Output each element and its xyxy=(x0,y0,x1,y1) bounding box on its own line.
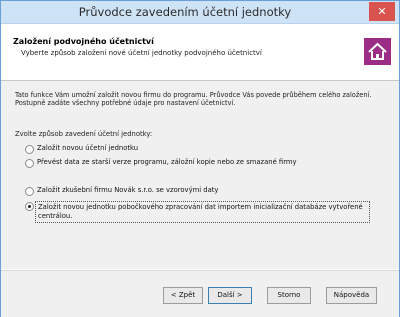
option-label: Převést data ze starší verze programu, z… xyxy=(37,158,297,166)
back-button[interactable]: < Zpět xyxy=(163,287,203,304)
header-subtitle: Vyberte způsob založení nové účetní jedn… xyxy=(21,49,262,57)
help-button[interactable]: Nápověda xyxy=(326,287,377,304)
option-demo-firm[interactable]: Založit zkušební firmu Novák s.r.o. se v… xyxy=(25,186,219,196)
option-label-focused: Založit novou jednotku pobočkového zprac… xyxy=(35,201,370,223)
title-bar[interactable]: Průvodce zavedením účetní jednotky ✕ xyxy=(1,1,399,24)
cancel-button[interactable]: Storno xyxy=(267,287,311,304)
option-convert-data[interactable]: Převést data ze starší verze programu, z… xyxy=(25,158,297,168)
radio-button[interactable] xyxy=(25,145,34,154)
prompt-label: Zvolte způsob zavedení účetní jednotky: xyxy=(15,130,153,138)
house-icon xyxy=(364,38,391,65)
option-new-unit[interactable]: Založit novou účetní jednotku xyxy=(25,144,139,154)
option-label: Založit novou účetní jednotku xyxy=(37,144,139,152)
next-button[interactable]: Další > xyxy=(208,287,252,304)
option-branch-import[interactable]: Založit novou jednotku pobočkového zprac… xyxy=(25,201,370,223)
radio-button[interactable] xyxy=(25,187,34,196)
wizard-content: Tato funkce Vám umožní založit novou fir… xyxy=(1,81,399,269)
wizard-header: Založení podvojného účetnictví Vyberte z… xyxy=(1,24,399,81)
radio-button-selected[interactable] xyxy=(25,202,34,211)
close-icon: ✕ xyxy=(377,5,387,18)
header-title: Založení podvojného účetnictví xyxy=(13,37,154,46)
window-title: Průvodce zavedením účetní jednotky xyxy=(78,5,292,19)
radio-button[interactable] xyxy=(25,159,34,168)
option-label: Založit zkušební firmu Novák s.r.o. se v… xyxy=(37,186,219,194)
wizard-footer: < Zpět Další > Storno Nápověda xyxy=(1,270,399,317)
intro-text: Tato funkce Vám umožní založit novou fir… xyxy=(15,91,372,108)
wizard-window: Průvodce zavedením účetní jednotky ✕ Zal… xyxy=(0,0,400,317)
close-button[interactable]: ✕ xyxy=(369,2,395,21)
